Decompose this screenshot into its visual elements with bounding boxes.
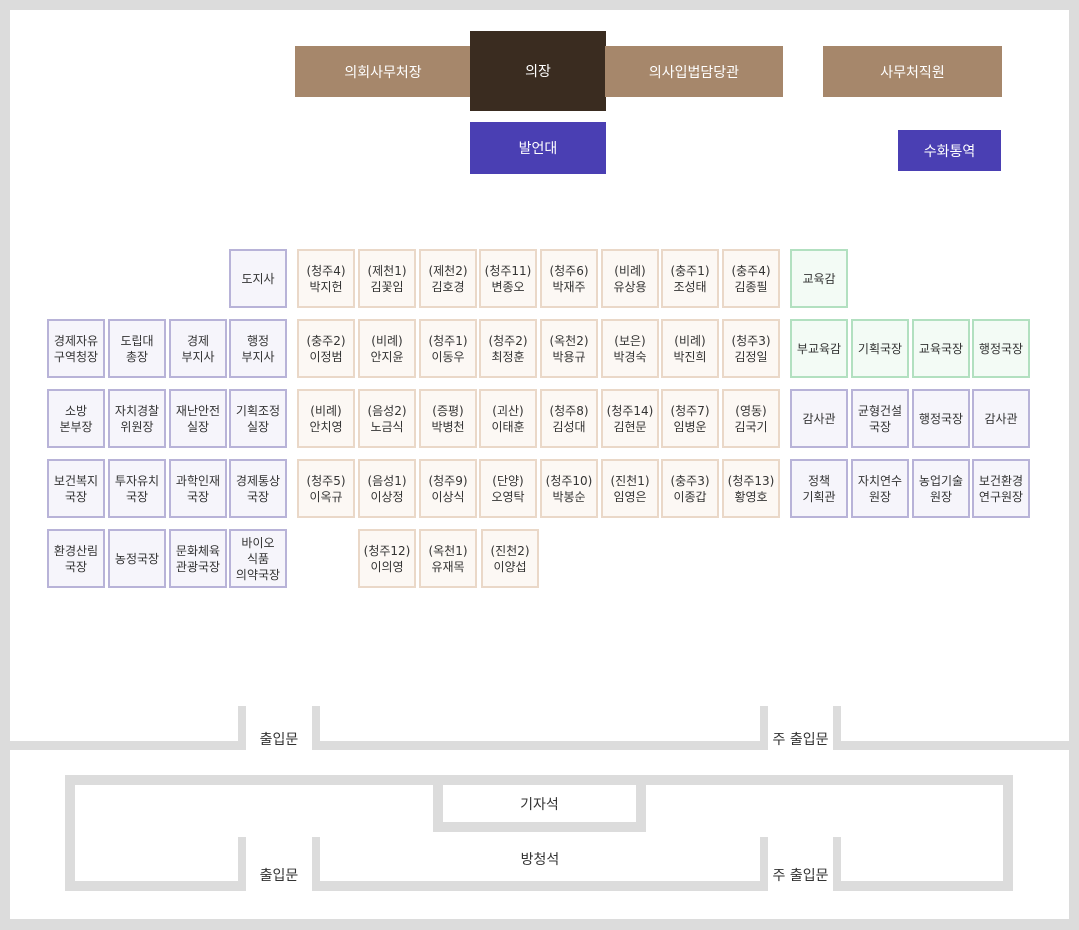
sign-language-interpreter: 수화통역 <box>898 130 1001 171</box>
member-seat: (보은) 박경숙 <box>601 319 659 378</box>
member-seat: (충주1) 조성태 <box>661 249 719 308</box>
exec-seat: 경제 부지사 <box>169 319 227 378</box>
entrance-label: 출입문 <box>246 728 312 750</box>
edu-exec-seat: 균형건설 국장 <box>851 389 909 448</box>
exec-seat: 기획조정 실장 <box>229 389 287 448</box>
edu-seat: 교육국장 <box>912 319 970 378</box>
exec-seat: 자치경찰 위원장 <box>108 389 166 448</box>
member-seat: (음성2) 노금식 <box>358 389 416 448</box>
gallery-entrance-label: 출입문 <box>246 858 312 891</box>
member-seat: (청주13) 황영호 <box>722 459 780 518</box>
exec-seat: 경제자유 구역청장 <box>47 319 105 378</box>
edu-seat: 기획국장 <box>851 319 909 378</box>
edu-exec-seat: 행정국장 <box>912 389 970 448</box>
exec-seat: 소방 본부장 <box>47 389 105 448</box>
member-seat: (제천2) 김호경 <box>419 249 477 308</box>
member-seat: (청주8) 김성대 <box>540 389 598 448</box>
member-seat: (진천2) 이양섭 <box>481 529 539 588</box>
member-seat: (청주3) 김정일 <box>722 319 780 378</box>
chairman-seat: 의장 <box>470 31 606 111</box>
member-seat: (충주3) 이종갑 <box>661 459 719 518</box>
edu-exec-seat: 보건환경 연구원장 <box>972 459 1030 518</box>
member-seat: (충주4) 김종필 <box>722 249 780 308</box>
member-seat: (청주12) 이의영 <box>358 529 416 588</box>
exec-seat: 경제통상 국장 <box>229 459 287 518</box>
edu-exec-seat: 감사관 <box>790 389 848 448</box>
member-seat: (청주14) 김현문 <box>601 389 659 448</box>
edu-seat: 행정국장 <box>972 319 1030 378</box>
podium: 발언대 <box>470 122 606 174</box>
member-seat: (진천1) 임영은 <box>601 459 659 518</box>
edu-exec-seat: 정책 기획관 <box>790 459 848 518</box>
staff-seat: 사무처직원 <box>823 46 1002 97</box>
exec-seat: 농정국장 <box>108 529 166 588</box>
gallery-seats-label: 방청석 <box>480 848 600 870</box>
member-seat: (충주2) 이정범 <box>297 319 355 378</box>
exec-seat: 행정 부지사 <box>229 319 287 378</box>
door-post <box>312 837 320 891</box>
member-seat: (음성1) 이상정 <box>358 459 416 518</box>
door-post <box>760 837 768 891</box>
exec-seat: 바이오 식품 의약국장 <box>229 529 287 588</box>
member-seat: (청주1) 이동우 <box>419 319 477 378</box>
edu-exec-seat: 자치연수 원장 <box>851 459 909 518</box>
main-entrance-label: 주 출입문 <box>768 728 833 750</box>
member-seat: (비례) 박진희 <box>661 319 719 378</box>
member-seat: (청주9) 이상식 <box>419 459 477 518</box>
door-post <box>833 837 841 891</box>
exec-seat: 도립대 총장 <box>108 319 166 378</box>
exec-seat: 과학인재 국장 <box>169 459 227 518</box>
door-post <box>833 706 841 750</box>
superintendent-seat: 교육감 <box>790 249 848 308</box>
edu-exec-seat: 감사관 <box>972 389 1030 448</box>
press-seats: 기자석 <box>443 785 636 822</box>
member-seat: (청주10) 박봉순 <box>540 459 598 518</box>
door-post <box>238 706 246 750</box>
gallery-main-entrance-label: 주 출입문 <box>768 858 833 891</box>
member-seat: (괴산) 이태훈 <box>479 389 537 448</box>
member-seat: (청주7) 임병운 <box>661 389 719 448</box>
member-seat: (청주2) 최정훈 <box>479 319 537 378</box>
governor-seat: 도지사 <box>229 249 287 308</box>
member-seat: (옥천2) 박용규 <box>540 319 598 378</box>
door-post <box>760 706 768 750</box>
legislative-officer-seat: 의사입법담당관 <box>605 46 783 97</box>
edu-seat: 부교육감 <box>790 319 848 378</box>
edu-exec-seat: 농업기술 원장 <box>912 459 970 518</box>
member-seat: (청주5) 이옥규 <box>297 459 355 518</box>
secretary-general-seat: 의회사무처장 <box>295 46 471 97</box>
member-seat: (비례) 안지윤 <box>358 319 416 378</box>
member-seat: (증평) 박병천 <box>419 389 477 448</box>
door-post <box>238 837 246 891</box>
member-seat: (비례) 안치영 <box>297 389 355 448</box>
door-post <box>312 706 320 750</box>
exec-seat: 재난안전 실장 <box>169 389 227 448</box>
exec-seat: 환경산림 국장 <box>47 529 105 588</box>
member-seat: (청주11) 변종오 <box>479 249 537 308</box>
member-seat: (옥천1) 유재목 <box>419 529 477 588</box>
member-seat: (비례) 유상용 <box>601 249 659 308</box>
member-seat: (제천1) 김꽃임 <box>358 249 416 308</box>
member-seat: (영동) 김국기 <box>722 389 780 448</box>
exec-seat: 투자유치 국장 <box>108 459 166 518</box>
member-seat: (청주6) 박재주 <box>540 249 598 308</box>
exec-seat: 보건복지 국장 <box>47 459 105 518</box>
exec-seat: 문화체육 관광국장 <box>169 529 227 588</box>
member-seat: (청주4) 박지헌 <box>297 249 355 308</box>
member-seat: (단양) 오영탁 <box>479 459 537 518</box>
